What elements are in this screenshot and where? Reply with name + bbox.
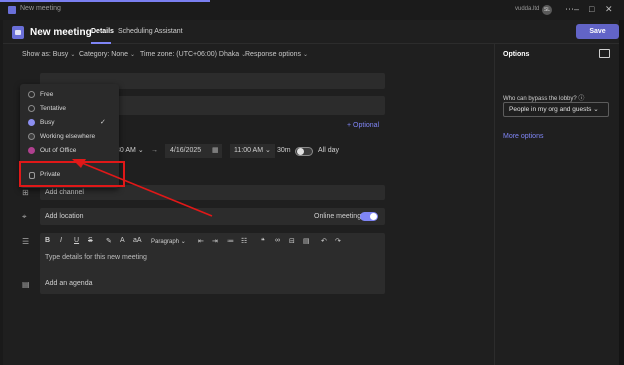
annotation-arrow [72,159,213,217]
arrow-line [81,162,213,217]
